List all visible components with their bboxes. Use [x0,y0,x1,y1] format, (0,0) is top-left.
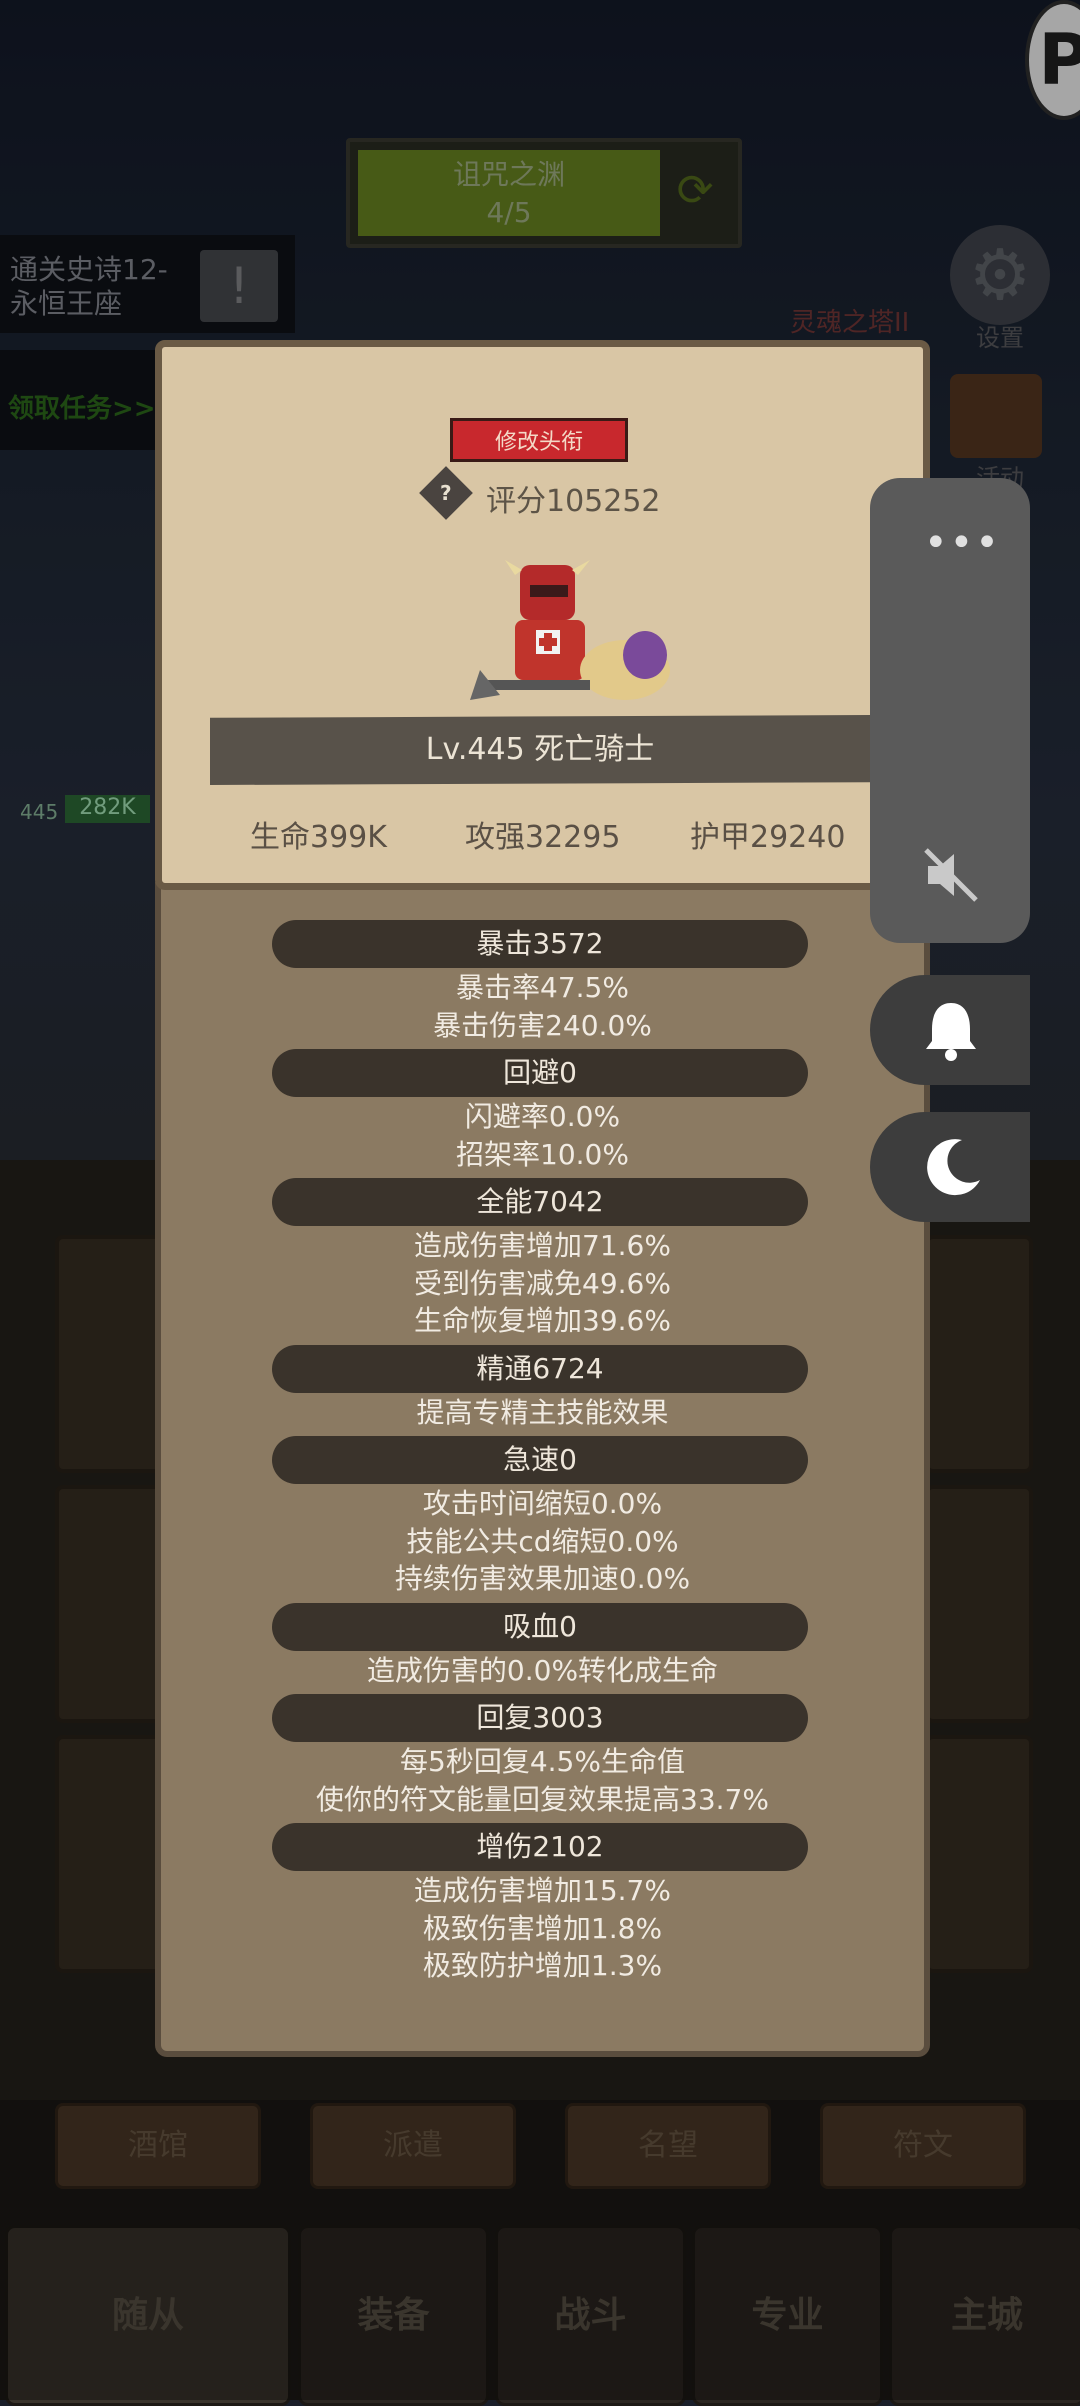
stat-category-bar: 吸血0 [272,1602,808,1651]
stat-detail-line: 造成伤害的0.0%转化成生命 [366,1653,719,1687]
stat-detail-line: 提高专精主技能效果 [416,1395,669,1429]
stat-detail-line: 生命恢复增加39.6% [414,1304,671,1337]
stat-detail-line: 暴击伤害240.0% [433,1008,652,1042]
notification-button[interactable] [870,975,1030,1085]
stat-detail-line: 造成伤害增加15.7% [414,1874,671,1907]
stat-category-bar: 回复3003 [272,1694,808,1742]
armor-stat: 护甲29240 [690,820,846,855]
more-icon[interactable]: ••• [924,520,1001,566]
stat-category-bar: 回避0 [272,1049,808,1097]
stat-detail-line: 闪避率0.0% [464,1100,621,1133]
stat-detail-line: 招架率10.0% [456,1137,629,1171]
stat-category-bar: 急速0 [272,1436,808,1484]
edit-title-button[interactable]: 修改头衔 [450,418,628,462]
hero-portrait [470,560,670,700]
stat-category-bar: 暴击3572 [272,920,808,968]
stat-detail-line: 每5秒回复4.5%生命值 [400,1745,685,1778]
stat-detail-line: 极致伤害增加1.8% [422,1911,663,1945]
bell-icon [926,1003,976,1061]
stat-detail-line: 造成伤害增加71.6% [414,1229,671,1262]
stat-detail-line: 受到伤害减免49.6% [414,1266,671,1300]
stat-category-bar: 全能7042 [272,1178,808,1226]
night-mode-button[interactable] [870,1112,1030,1222]
stat-detail-line: 持续伤害效果加速0.0% [394,1562,691,1595]
stat-category-bar: 增伤2102 [272,1823,808,1871]
mute-icon[interactable] [918,842,984,908]
stat-detail-line: 使你的符文能量回复效果提高33.7% [316,1782,769,1816]
score: 评分105252 [486,484,661,519]
moon-icon [927,1139,980,1196]
stat-detail-line: 攻击时间缩短0.0% [422,1487,663,1520]
stat-detail-line: 暴击率47.5% [456,971,629,1004]
stat-detail-line: 极致防护增加1.3% [422,1949,663,1982]
hero-name-banner: Lv.445 死亡骑士 [210,715,870,785]
hp-stat: 生命399K [250,820,387,855]
stat-detail-line: 技能公共cd缩短0.0% [406,1524,679,1558]
stat-category-bar: 精通6724 [272,1344,808,1393]
attack-stat: 攻强32295 [465,820,621,855]
